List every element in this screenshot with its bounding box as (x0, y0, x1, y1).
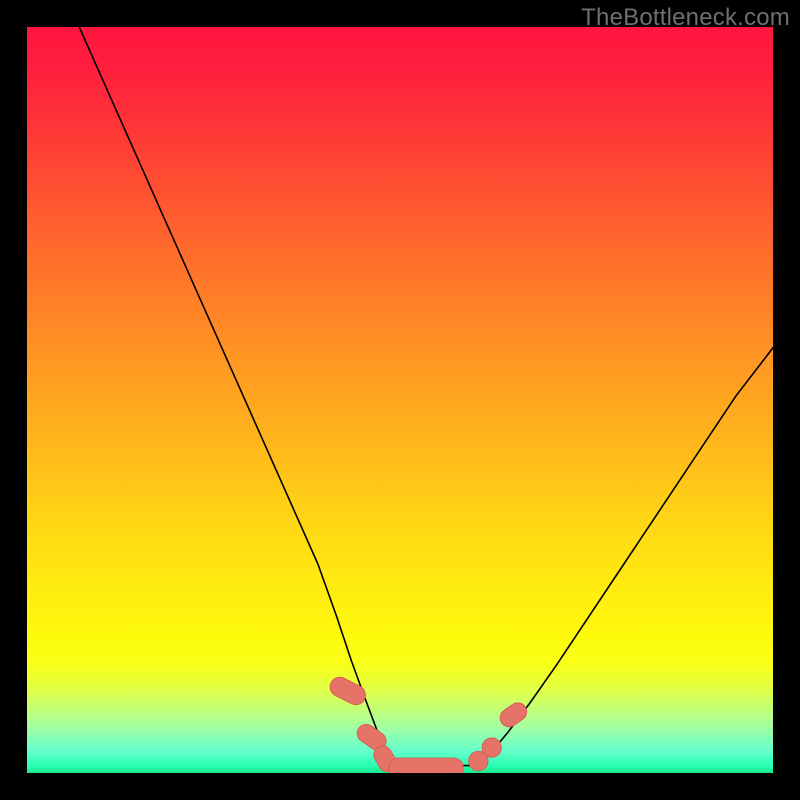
marker-0 (327, 674, 369, 708)
marker-5 (482, 738, 501, 757)
bottleneck-curves (79, 27, 773, 766)
watermark-label: TheBottleneck.com (581, 4, 790, 32)
marker-3 (389, 758, 464, 773)
chart-overlay (27, 27, 773, 773)
series-left-curve (79, 27, 400, 766)
curve-markers (327, 674, 530, 773)
chart-frame (27, 27, 773, 773)
marker-6 (497, 699, 530, 730)
